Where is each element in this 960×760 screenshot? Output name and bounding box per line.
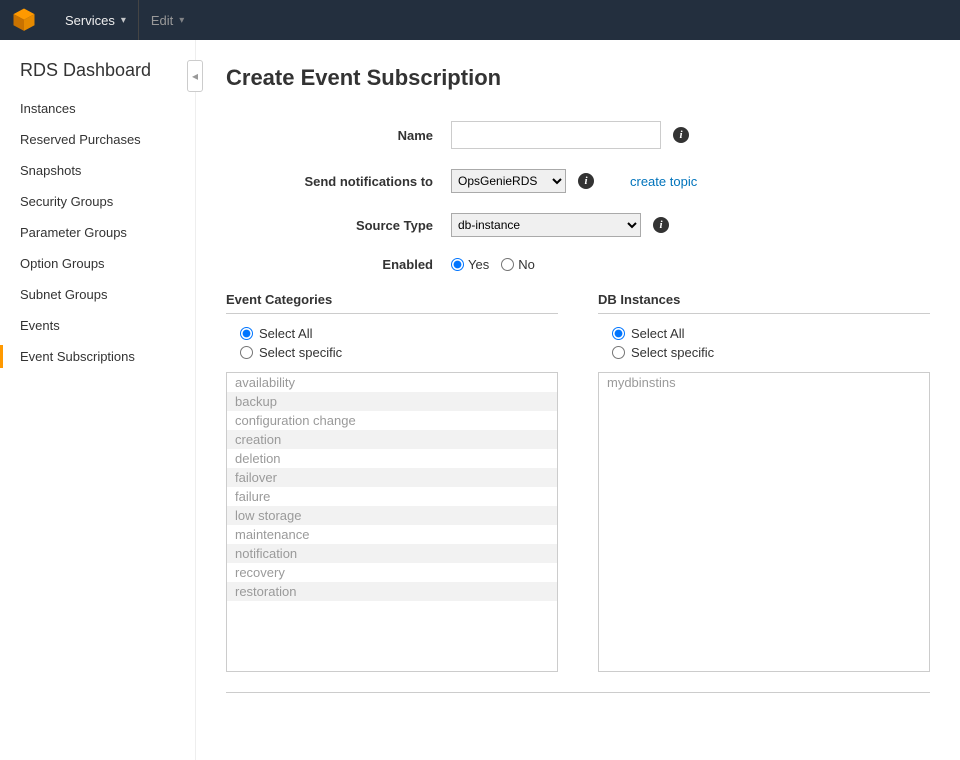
list-item[interactable]: configuration change [227, 411, 557, 430]
event-categories-column: Event Categories Select All Select speci… [226, 292, 558, 672]
info-icon[interactable]: i [653, 217, 669, 233]
sidebar-title: RDS Dashboard [20, 60, 195, 81]
sidebar-item-reserved-purchases[interactable]: Reserved Purchases [20, 124, 195, 155]
enabled-yes-label: Yes [468, 257, 489, 272]
page-title: Create Event Subscription [226, 65, 930, 91]
services-menu[interactable]: Services ▾ [53, 0, 138, 40]
event-categories-title: Event Categories [226, 292, 558, 307]
sidebar: RDS Dashboard Instances Reserved Purchas… [0, 40, 195, 760]
instances-select-specific-radio[interactable] [612, 346, 625, 359]
source-type-select[interactable]: db-instance [451, 213, 641, 237]
categories-select-specific-radio[interactable] [240, 346, 253, 359]
list-item[interactable]: failure [227, 487, 557, 506]
sidebar-nav: Instances Reserved Purchases Snapshots S… [20, 93, 195, 372]
list-item[interactable]: availability [227, 373, 557, 392]
sidebar-collapse-handle[interactable]: ◂ [187, 60, 203, 92]
name-label: Name [226, 128, 451, 143]
notify-label: Send notifications to [226, 174, 451, 189]
enabled-no-radio[interactable] [501, 258, 514, 271]
sidebar-item-parameter-groups[interactable]: Parameter Groups [20, 217, 195, 248]
db-instances-listbox[interactable]: mydbinstins [598, 372, 930, 672]
main-content: Create Event Subscription Name i Send no… [195, 40, 960, 760]
event-categories-listbox[interactable]: availability backup configuration change… [226, 372, 558, 672]
aws-cube-icon[interactable] [10, 5, 53, 36]
sidebar-item-security-groups[interactable]: Security Groups [20, 186, 195, 217]
notify-select[interactable]: OpsGenieRDS [451, 169, 566, 193]
chevron-down-icon: ▾ [121, 15, 126, 26]
chevron-down-icon: ▾ [179, 15, 184, 26]
list-item[interactable]: deletion [227, 449, 557, 468]
instances-select-specific-label: Select specific [631, 345, 714, 360]
edit-label: Edit [151, 13, 173, 28]
list-item[interactable]: maintenance [227, 525, 557, 544]
top-navbar: Services ▾ Edit ▾ [0, 0, 960, 40]
db-instances-title: DB Instances [598, 292, 930, 307]
categories-select-all-label: Select All [259, 326, 312, 341]
enabled-no-label: No [518, 257, 535, 272]
sidebar-item-snapshots[interactable]: Snapshots [20, 155, 195, 186]
list-item[interactable]: mydbinstins [599, 373, 929, 392]
list-item[interactable]: low storage [227, 506, 557, 525]
sidebar-item-option-groups[interactable]: Option Groups [20, 248, 195, 279]
enabled-label: Enabled [226, 257, 451, 272]
list-item[interactable]: recovery [227, 563, 557, 582]
list-item[interactable]: notification [227, 544, 557, 563]
list-item[interactable]: restoration [227, 582, 557, 601]
sidebar-item-event-subscriptions[interactable]: Event Subscriptions [20, 341, 195, 372]
list-item[interactable]: failover [227, 468, 557, 487]
edit-menu[interactable]: Edit ▾ [138, 0, 196, 40]
categories-select-all-radio[interactable] [240, 327, 253, 340]
source-type-label: Source Type [226, 218, 451, 233]
info-icon[interactable]: i [673, 127, 689, 143]
info-icon[interactable]: i [578, 173, 594, 189]
sidebar-item-events[interactable]: Events [20, 310, 195, 341]
db-instances-column: DB Instances Select All Select specific … [598, 292, 930, 672]
services-label: Services [65, 13, 115, 28]
categories-select-specific-label: Select specific [259, 345, 342, 360]
instances-select-all-radio[interactable] [612, 327, 625, 340]
name-input[interactable] [451, 121, 661, 149]
sidebar-item-subnet-groups[interactable]: Subnet Groups [20, 279, 195, 310]
create-topic-link[interactable]: create topic [630, 174, 697, 189]
instances-select-all-label: Select All [631, 326, 684, 341]
list-item[interactable]: creation [227, 430, 557, 449]
sidebar-item-instances[interactable]: Instances [20, 93, 195, 124]
chevron-left-icon: ◂ [192, 69, 198, 83]
enabled-yes-radio[interactable] [451, 258, 464, 271]
list-item[interactable]: backup [227, 392, 557, 411]
